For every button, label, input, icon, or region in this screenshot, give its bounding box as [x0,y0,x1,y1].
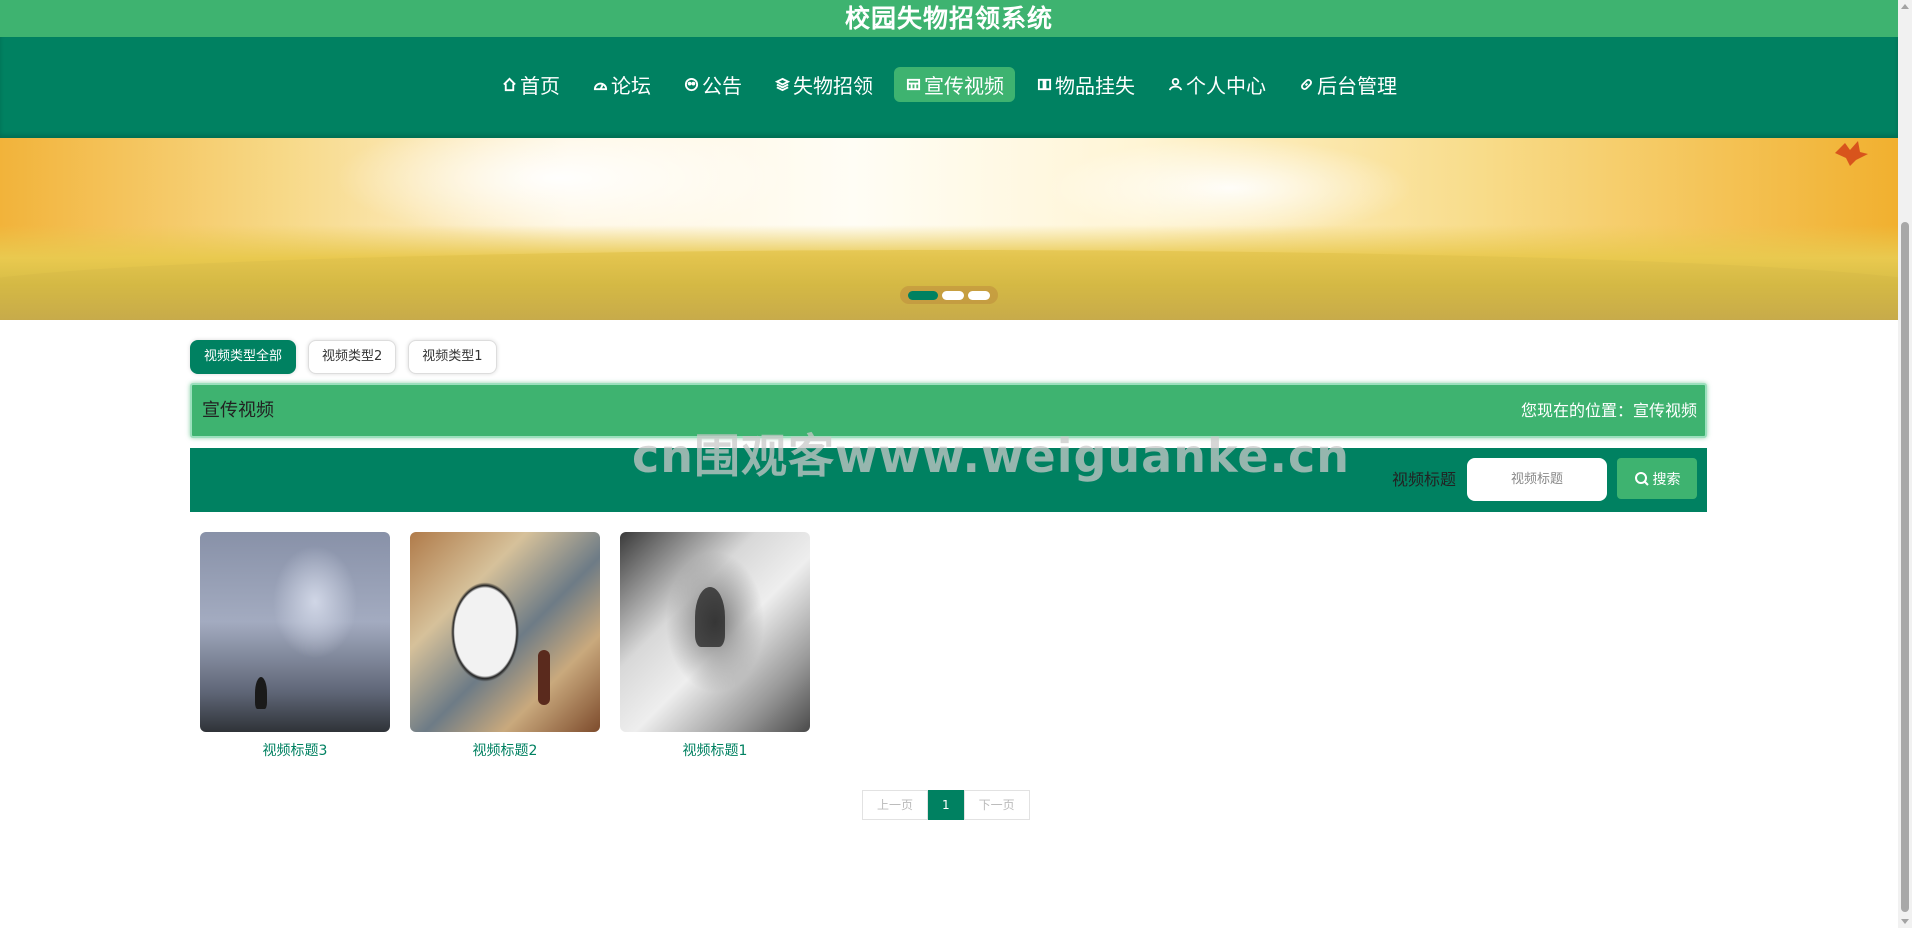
breadcrumb: 您现在的位置：宣传视频 [1520,401,1697,420]
user-icon [1167,77,1183,93]
title-bar: 校园失物招领系统 [0,0,1898,37]
nav-label: 后台管理 [1317,74,1397,98]
video-icon [905,77,921,93]
nav-item-notice[interactable]: 公告 [672,67,753,102]
video-grid: 视频标题3 视频标题2 视频标题1 [200,532,830,760]
layers-icon [774,77,790,93]
search-label: 视频标题 [1392,470,1457,489]
page-number[interactable]: 1 [928,790,964,820]
carousel-dot-2[interactable] [942,290,964,300]
search-input[interactable] [1467,458,1607,501]
scroll-up-icon[interactable] [1901,4,1909,9]
video-card[interactable]: 视频标题3 [200,532,390,760]
video-title[interactable]: 视频标题1 [620,740,810,760]
next-page-button[interactable]: 下一页 [963,790,1030,820]
nav-item-video[interactable]: 宣传视频 [894,67,1015,102]
nav-item-report-lost[interactable]: 物品挂失 [1025,67,1146,102]
video-card[interactable]: 视频标题2 [410,532,600,760]
nav-label: 失物招领 [793,74,873,98]
scrollbar-thumb[interactable] [1901,222,1909,912]
search-button[interactable]: 搜索 [1617,458,1697,499]
book-icon [1036,77,1052,93]
category-tabs: 视频类型全部 视频类型2 视频类型1 [190,340,509,374]
tab-type-1[interactable]: 视频类型1 [408,340,497,374]
video-title[interactable]: 视频标题2 [410,740,600,760]
nav-list: 首页 论坛 公告 失物招领 宣传视频 物品挂失 个人中心 后台管理 [0,67,1898,102]
banner-hill [0,250,1898,320]
nav-label: 物品挂失 [1055,74,1135,98]
tab-all[interactable]: 视频类型全部 [190,340,297,374]
section-title: 宣传视频 [202,400,274,421]
leaf-icon [1835,141,1868,166]
video-thumbnail[interactable] [410,532,600,732]
tab-type-2[interactable]: 视频类型2 [308,340,397,374]
video-card[interactable]: 视频标题1 [620,532,810,760]
nav-item-admin[interactable]: 后台管理 [1287,67,1408,102]
vertical-scrollbar[interactable] [1898,0,1912,928]
search-button-label: 搜索 [1652,471,1681,488]
main-nav: 首页 论坛 公告 失物招领 宣传视频 物品挂失 个人中心 后台管理 [0,37,1898,138]
nav-item-forum[interactable]: 论坛 [581,67,662,102]
notice-icon [683,77,699,93]
prev-page-button[interactable]: 上一页 [862,790,929,820]
nav-label: 首页 [520,74,560,98]
scroll-down-icon[interactable] [1901,919,1909,924]
nav-label: 公告 [702,74,742,98]
forum-icon [592,77,608,93]
page: 校园失物招领系统 首页 论坛 公告 失物招领 宣传视频 物品挂失 个人中心 后台… [0,0,1898,928]
nav-label: 论坛 [611,74,651,98]
nav-label: 个人中心 [1186,74,1266,98]
site-title: 校园失物招领系统 [844,4,1053,33]
watermark: cn围观客www.weiguanke.cn [632,429,1351,483]
video-thumbnail[interactable] [200,532,390,732]
nav-item-profile[interactable]: 个人中心 [1156,67,1277,102]
nav-item-home[interactable]: 首页 [490,67,571,102]
thumbnail-figure [255,677,267,709]
carousel-dot-1[interactable] [908,290,938,300]
carousel-indicators [900,286,998,304]
home-icon [501,77,517,93]
thumbnail-figure [538,650,550,705]
video-title[interactable]: 视频标题3 [200,740,390,760]
link-icon [1298,77,1314,93]
nav-item-lost-found[interactable]: 失物招领 [763,67,884,102]
banner-carousel[interactable] [0,138,1898,320]
carousel-dot-3[interactable] [968,290,990,300]
search-icon [1634,471,1649,486]
nav-label: 宣传视频 [924,74,1004,98]
thumbnail-figure [695,587,725,647]
video-thumbnail[interactable] [620,532,810,732]
pagination: 上一页 1 下一页 [862,790,1030,820]
